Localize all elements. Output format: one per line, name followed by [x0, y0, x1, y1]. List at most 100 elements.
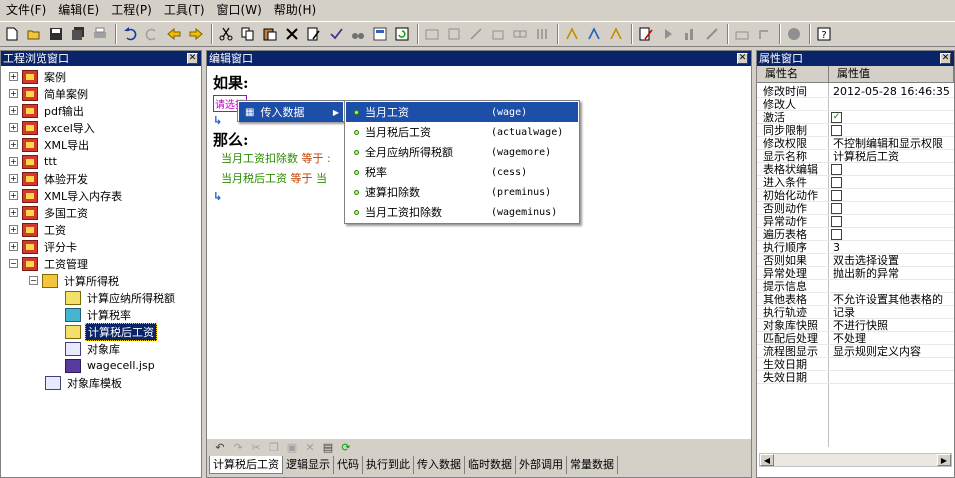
property-row[interactable]: 激活 ✓	[757, 111, 954, 124]
publish-icon[interactable]	[732, 24, 752, 44]
tree-item[interactable]: + 案例	[9, 68, 68, 85]
property-row[interactable]: 修改权限 不控制编辑和显示权限	[757, 137, 954, 150]
tree-item[interactable]: + XML导出	[9, 136, 91, 153]
debug2-icon[interactable]	[584, 24, 604, 44]
menu-item-input-data[interactable]: ▦ 传入数据 ▶	[239, 102, 343, 122]
run-icon[interactable]	[658, 24, 678, 44]
scroll-left-icon[interactable]: ◀	[760, 454, 774, 466]
property-row[interactable]: 生效日期	[757, 358, 954, 371]
expand-icon[interactable]: +	[9, 140, 18, 149]
save-icon[interactable]	[46, 24, 66, 44]
tree-item[interactable]: + 体验开发	[9, 170, 90, 187]
submenu-item[interactable]: 当月工资 (wage)	[346, 102, 578, 122]
undo-icon[interactable]	[120, 24, 140, 44]
menu-tools[interactable]: 工具(T)	[158, 0, 211, 20]
db-icon[interactable]	[784, 24, 804, 44]
redo-icon[interactable]	[142, 24, 162, 44]
expand-icon[interactable]: +	[9, 208, 18, 217]
tree-item[interactable]: + 评分卡	[9, 238, 79, 255]
property-value[interactable]: 2012-05-28 16:46:35	[833, 85, 950, 97]
expand-icon[interactable]: +	[9, 89, 18, 98]
tree-item[interactable]: 对象库模板	[45, 374, 124, 391]
close-icon[interactable]: ✕	[940, 53, 951, 64]
menu-file[interactable]: 文件(F)	[0, 0, 52, 20]
delete-icon[interactable]	[282, 24, 302, 44]
property-row[interactable]: 修改时间 2012-05-28 16:46:35	[757, 85, 954, 98]
submenu-item[interactable]: 速算扣除数 (preminus)	[346, 182, 578, 202]
menu-project[interactable]: 工程(P)	[105, 0, 158, 20]
action-target[interactable]: 当月税后工资	[221, 172, 287, 185]
property-value[interactable]: 不控制编辑和显示权限	[833, 137, 943, 149]
property-checkbox[interactable]	[831, 203, 842, 214]
property-row[interactable]: 对象库快照 不进行快照	[757, 319, 954, 332]
save-all-icon[interactable]	[68, 24, 88, 44]
import-icon[interactable]	[488, 24, 508, 44]
property-checkbox[interactable]	[831, 229, 842, 240]
property-checkbox[interactable]	[831, 190, 842, 201]
forward-icon[interactable]	[186, 24, 206, 44]
property-row[interactable]: 执行轨迹 记录	[757, 306, 954, 319]
expand-icon[interactable]: +	[9, 157, 18, 166]
debug-icon[interactable]	[562, 24, 582, 44]
close-icon[interactable]: ✕	[737, 53, 748, 64]
property-row[interactable]: 执行顺序 3	[757, 241, 954, 254]
tab-logic-view[interactable]: 逻辑显示	[283, 456, 334, 474]
tree-item[interactable]: + 工资	[9, 221, 68, 238]
property-row[interactable]: 否则动作	[757, 202, 954, 215]
tree-item[interactable]: + ttt	[9, 153, 59, 170]
property-value[interactable]: 抛出新的异常	[833, 267, 899, 279]
property-row[interactable]: 异常动作	[757, 215, 954, 228]
property-value[interactable]: 不处理	[833, 332, 866, 344]
tab-run-to-here[interactable]: 执行到此	[363, 456, 414, 474]
property-row[interactable]: 否则如果 双击选择设置	[757, 254, 954, 267]
property-row[interactable]: 表格状编辑	[757, 163, 954, 176]
property-value[interactable]: 计算税后工资	[833, 150, 899, 162]
open-icon[interactable]	[24, 24, 44, 44]
project-icon[interactable]	[422, 24, 442, 44]
property-value[interactable]: 记录	[833, 306, 855, 318]
property-checkbox[interactable]	[831, 216, 842, 227]
refresh-icon[interactable]	[392, 24, 412, 44]
add-action-icon[interactable]: ↳	[213, 190, 222, 203]
submenu-item[interactable]: 全月应纳所得税额 (wagemore)	[346, 142, 578, 162]
collapse-icon[interactable]: −	[29, 276, 38, 285]
close-icon[interactable]: ✕	[187, 53, 198, 64]
link-icon[interactable]	[510, 24, 530, 44]
property-row[interactable]: 显示名称 计算税后工资	[757, 150, 954, 163]
expand-icon[interactable]: +	[9, 106, 18, 115]
submenu-item[interactable]: 税率 (cess)	[346, 162, 578, 182]
action-statement[interactable]: 当月税后工资 等于 当	[221, 170, 327, 186]
action-value[interactable]: :	[327, 152, 331, 165]
copy-icon[interactable]: ❐	[265, 440, 283, 455]
expand-icon[interactable]: +	[9, 72, 18, 81]
property-row[interactable]: 异常处理 抛出新的异常	[757, 267, 954, 280]
action-value[interactable]: 当	[316, 172, 327, 185]
property-checkbox[interactable]: ✓	[831, 112, 842, 123]
tab-external-call[interactable]: 外部调用	[516, 456, 567, 474]
expand-icon[interactable]: +	[9, 191, 18, 200]
property-checkbox[interactable]	[831, 164, 842, 175]
property-row[interactable]: 初始化动作	[757, 189, 954, 202]
property-row[interactable]: 提示信息	[757, 280, 954, 293]
table-icon[interactable]	[532, 24, 552, 44]
chart-icon[interactable]	[680, 24, 700, 44]
tree-item[interactable]: + XML导入内存表	[9, 187, 124, 204]
expand-icon[interactable]: +	[9, 174, 18, 183]
tree-item-selected[interactable]: 计算税后工资	[65, 322, 157, 341]
cut-icon[interactable]	[216, 24, 236, 44]
deploy-icon[interactable]	[754, 24, 774, 44]
action-target[interactable]: 当月工资扣除数	[221, 152, 298, 165]
properties-icon[interactable]	[370, 24, 390, 44]
property-value[interactable]: 显示规则定义内容	[833, 345, 921, 357]
tree-item[interactable]: + 简单案例	[9, 85, 90, 102]
cut-icon[interactable]: ✂	[247, 440, 265, 455]
paste-icon[interactable]: ▣	[283, 440, 301, 455]
tab-temp-data[interactable]: 临时数据	[465, 456, 516, 474]
tab-input-data[interactable]: 传入数据	[414, 456, 465, 474]
redo-icon[interactable]: ↷	[229, 440, 247, 455]
edit-icon[interactable]	[304, 24, 324, 44]
delete-icon[interactable]: ✕	[301, 440, 319, 455]
horizontal-scrollbar[interactable]: ◀ ▶	[759, 453, 952, 467]
undo-icon[interactable]: ↶	[211, 440, 229, 455]
back-icon[interactable]	[164, 24, 184, 44]
